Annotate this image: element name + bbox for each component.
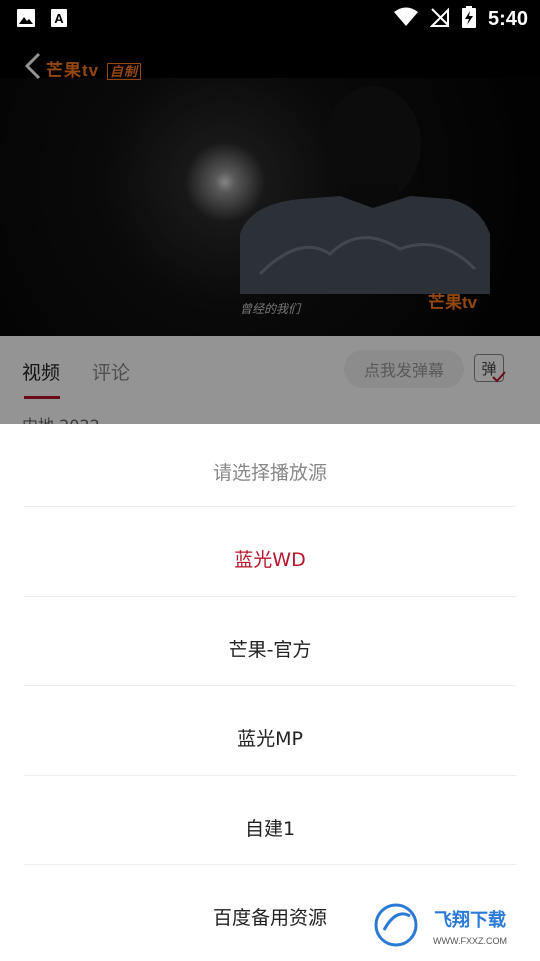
status-bar: A 5:40 [0,0,540,36]
source-option-zijian1[interactable]: 自建1 [0,783,540,872]
source-picker-sheet: 请选择播放源 蓝光WD 芒果-官方 蓝光MP 自建1 百度备用资源 [0,424,540,960]
site-watermark: 飞翔下载 WWW.FXXZ.COM [374,900,530,950]
divider [24,775,516,776]
divider [24,596,516,597]
battery-charging-icon [461,6,476,32]
source-option-lanwd[interactable]: 蓝光WD [0,514,540,603]
source-option-lanmp[interactable]: 蓝光MP [0,693,540,782]
divider [24,506,516,507]
modal-overlay[interactable] [0,36,540,426]
image-icon [16,8,36,32]
watermark-text: 飞翔下载 [434,909,506,931]
sheet-title: 请选择播放源 [212,462,327,484]
wifi-icon [393,7,418,31]
divider [24,864,516,865]
source-option-mango-official[interactable]: 芒果-官方 [0,604,540,693]
watermark-url: WWW.FXXZ.COM [433,936,507,946]
no-signal-icon [429,7,450,31]
divider [24,685,516,686]
status-time: 5:40 [487,7,528,30]
svg-text:A: A [54,11,64,26]
font-icon: A [50,8,68,32]
